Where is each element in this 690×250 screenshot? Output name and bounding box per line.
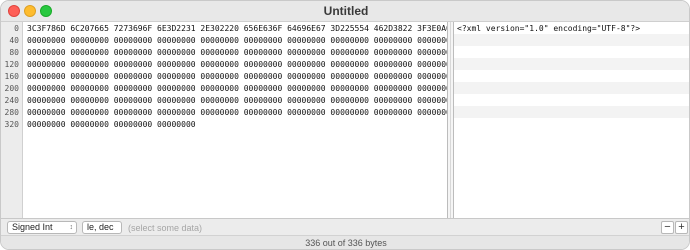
text-view[interactable]: <?xml version="1.0" encoding="UTF-8"?>: [454, 22, 689, 218]
text-row-stripe: [454, 34, 689, 46]
text-row-stripe: [454, 94, 689, 106]
byte-count-status: 336 out of 336 bytes: [305, 238, 387, 248]
window-title: Untitled: [323, 4, 369, 18]
title-bar[interactable]: Untitled: [1, 1, 689, 22]
hex-row[interactable]: 00000000 00000000 00000000 00000000 0000…: [27, 71, 447, 83]
line-number: 200: [4, 84, 19, 93]
hex-row[interactable]: 00000000 00000000 00000000 00000000 0000…: [27, 35, 447, 47]
data-inspector-bar: Signed Int ↕ le, dec (select some data) …: [1, 218, 689, 235]
line-number: 0: [14, 24, 19, 33]
pane-divider[interactable]: [447, 22, 454, 218]
divider-grip: [450, 22, 451, 218]
line-number: 40: [9, 36, 19, 45]
line-number: 120: [4, 60, 19, 69]
data-type-select-value: Signed Int: [12, 222, 53, 232]
editor-area: 0 40 80 120 160 200 240 280 320 3C3F786D…: [1, 22, 689, 218]
line-number: 280: [4, 108, 19, 117]
text-row-stripe: [454, 46, 689, 58]
hex-row[interactable]: 00000000 00000000 00000000 00000000 0000…: [27, 95, 447, 107]
chevron-updown-icon: ↕: [69, 224, 74, 231]
status-bar: 336 out of 336 bytes: [1, 235, 689, 249]
hex-row[interactable]: 00000000 00000000 00000000 00000000 0000…: [27, 107, 447, 119]
text-row-stripe: [454, 58, 689, 70]
hex-row[interactable]: 3C3F786D 6C207665 7273696F 6E3D2231 2E30…: [27, 23, 447, 35]
line-number: 240: [4, 96, 19, 105]
text-row-stripe: [454, 82, 689, 94]
remove-inspector-button[interactable]: −: [661, 221, 674, 234]
hex-row[interactable]: 00000000 00000000 00000000 00000000 0000…: [27, 83, 447, 95]
text-row-stripe: <?xml version="1.0" encoding="UTF-8"?>: [454, 22, 689, 34]
text-row-stripe: [454, 70, 689, 82]
endianness-select[interactable]: le, dec: [82, 221, 122, 234]
text-row-stripe: [454, 106, 689, 118]
app-window: Untitled 0 40 80 120 160 200 240 280 320…: [0, 0, 690, 250]
data-type-select[interactable]: Signed Int ↕: [7, 221, 77, 234]
inspector-value-hint: (select some data): [128, 223, 203, 233]
line-number: 320: [4, 120, 19, 129]
add-inspector-button[interactable]: +: [675, 221, 688, 234]
hex-row[interactable]: 00000000 00000000 00000000 00000000 0000…: [27, 59, 447, 71]
line-number: 160: [4, 72, 19, 81]
text-row-stripe: [454, 118, 689, 130]
hex-row[interactable]: 00000000 00000000 00000000 00000000 0000…: [27, 47, 447, 59]
hex-row[interactable]: 00000000 00000000 00000000 00000000: [27, 119, 196, 131]
line-number: 80: [9, 48, 19, 57]
endianness-select-value: le, dec: [87, 222, 114, 232]
line-number-gutter: 0 40 80 120 160 200 240 280 320: [1, 22, 23, 218]
hex-view[interactable]: 3C3F786D 6C207665 7273696F 6E3D2231 2E30…: [24, 22, 447, 218]
